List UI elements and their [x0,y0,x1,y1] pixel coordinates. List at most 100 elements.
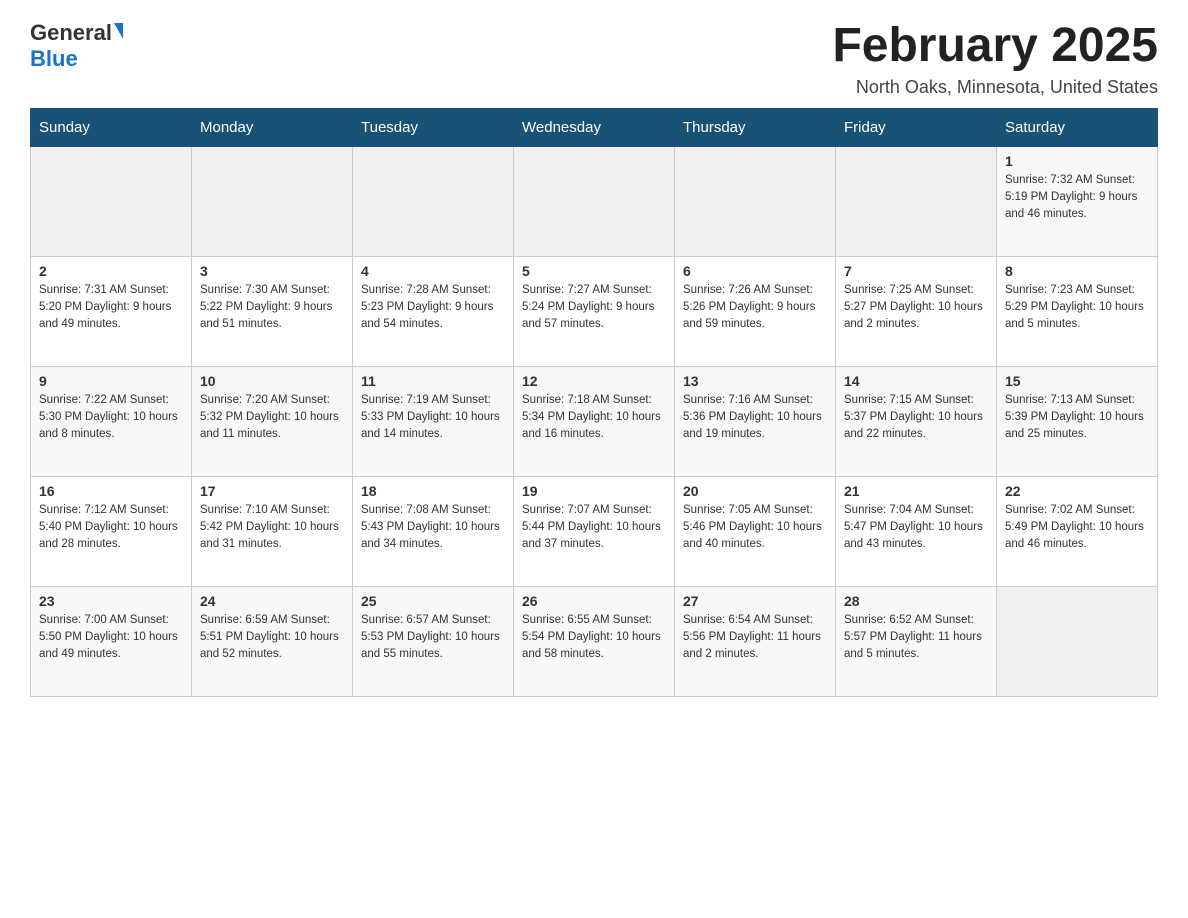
day-number: 20 [683,483,827,499]
calendar-cell: 7 Sunrise: 7:25 AM Sunset: 5:27 PM Daylig… [836,256,997,366]
day-number: 16 [39,483,183,499]
calendar-cell: 12 Sunrise: 7:18 AM Sunset: 5:34 PM Dayli… [514,366,675,476]
calendar-cell: 4Sunrise: 7:28 AM Sunset: 5:23 PM Daylig… [353,256,514,366]
day-number: 22 [1005,483,1149,499]
location-title: North Oaks, Minnesota, United States [832,77,1158,98]
day-info: Sunrise: 7:20 AM Sunset: 5:32 PM Dayligh… [200,392,344,444]
calendar-cell: 10 Sunrise: 7:20 AM Sunset: 5:32 PM Dayli… [192,366,353,476]
day-number: 18 [361,483,505,499]
col-monday: Monday [192,108,353,146]
day-info: Sunrise: 7:08 AM Sunset: 5:43 PM Dayligh… [361,502,505,554]
col-friday: Friday [836,108,997,146]
day-info: Sunrise: 7:02 AM Sunset: 5:49 PM Dayligh… [1005,502,1149,554]
day-number: 9 [39,373,183,389]
day-info: Sunrise: 7:32 AM Sunset: 5:19 PM Dayligh… [1005,172,1149,224]
calendar-cell: 11 Sunrise: 7:19 AM Sunset: 5:33 PM Dayli… [353,366,514,476]
calendar-cell: 5 Sunrise: 7:27 AM Sunset: 5:24 PM Daylig… [514,256,675,366]
day-info: Sunrise: 6:55 AM Sunset: 5:54 PM Dayligh… [522,612,666,664]
day-info: Sunrise: 7:19 AM Sunset: 5:33 PM Dayligh… [361,392,505,444]
day-info: Sunrise: 7:12 AM Sunset: 5:40 PM Dayligh… [39,502,183,554]
calendar-cell: 18 Sunrise: 7:08 AM Sunset: 5:43 PM Dayli… [353,476,514,586]
day-number: 28 [844,593,988,609]
day-number: 14 [844,373,988,389]
day-info: Sunrise: 7:22 AM Sunset: 5:30 PM Dayligh… [39,392,183,444]
day-info: Sunrise: 7:31 AM Sunset: 5:20 PM Dayligh… [39,282,183,334]
day-number: 15 [1005,373,1149,389]
calendar-cell: 28Sunrise: 6:52 AM Sunset: 5:57 PM Dayli… [836,586,997,696]
day-number: 11 [361,373,505,389]
calendar-header-row: Sunday Monday Tuesday Wednesday Thursday… [31,108,1158,146]
col-saturday: Saturday [997,108,1158,146]
day-number: 1 [1005,153,1149,169]
calendar-cell [514,146,675,256]
calendar-cell [836,146,997,256]
calendar-cell: 15 Sunrise: 7:13 AM Sunset: 5:39 PM Dayli… [997,366,1158,476]
calendar-week-row: 1 Sunrise: 7:32 AM Sunset: 5:19 PM Daylig… [31,146,1158,256]
day-info: Sunrise: 6:57 AM Sunset: 5:53 PM Dayligh… [361,612,505,664]
calendar-cell: 25 Sunrise: 6:57 AM Sunset: 5:53 PM Dayli… [353,586,514,696]
day-info: Sunrise: 7:05 AM Sunset: 5:46 PM Dayligh… [683,502,827,554]
day-number: 27 [683,593,827,609]
day-number: 10 [200,373,344,389]
day-info: Sunrise: 7:28 AM Sunset: 5:23 PM Dayligh… [361,282,505,334]
calendar-week-row: 23 Sunrise: 7:00 AM Sunset: 5:50 PM Dayli… [31,586,1158,696]
day-info: Sunrise: 7:13 AM Sunset: 5:39 PM Dayligh… [1005,392,1149,444]
calendar-cell: 20 Sunrise: 7:05 AM Sunset: 5:46 PM Dayli… [675,476,836,586]
calendar-week-row: 9 Sunrise: 7:22 AM Sunset: 5:30 PM Daylig… [31,366,1158,476]
calendar-cell: 14 Sunrise: 7:15 AM Sunset: 5:37 PM Dayli… [836,366,997,476]
calendar-cell: 3 Sunrise: 7:30 AM Sunset: 5:22 PM Daylig… [192,256,353,366]
day-info: Sunrise: 7:18 AM Sunset: 5:34 PM Dayligh… [522,392,666,444]
day-info: Sunrise: 7:23 AM Sunset: 5:29 PM Dayligh… [1005,282,1149,334]
col-wednesday: Wednesday [514,108,675,146]
day-info: Sunrise: 7:00 AM Sunset: 5:50 PM Dayligh… [39,612,183,664]
calendar-cell: 21Sunrise: 7:04 AM Sunset: 5:47 PM Dayli… [836,476,997,586]
day-info: Sunrise: 7:15 AM Sunset: 5:37 PM Dayligh… [844,392,988,444]
col-tuesday: Tuesday [353,108,514,146]
day-number: 6 [683,263,827,279]
calendar-week-row: 2 Sunrise: 7:31 AM Sunset: 5:20 PM Daylig… [31,256,1158,366]
month-title: February 2025 [832,20,1158,73]
col-thursday: Thursday [675,108,836,146]
day-number: 24 [200,593,344,609]
calendar-cell [31,146,192,256]
calendar-cell: 22 Sunrise: 7:02 AM Sunset: 5:49 PM Dayli… [997,476,1158,586]
calendar-cell: 17 Sunrise: 7:10 AM Sunset: 5:42 PM Dayli… [192,476,353,586]
day-number: 23 [39,593,183,609]
day-info: Sunrise: 7:10 AM Sunset: 5:42 PM Dayligh… [200,502,344,554]
day-number: 2 [39,263,183,279]
calendar-cell: 27Sunrise: 6:54 AM Sunset: 5:56 PM Dayli… [675,586,836,696]
logo-arrow-icon [114,23,123,39]
logo: General Blue [30,20,123,72]
logo-general-text: General [30,20,112,46]
day-number: 3 [200,263,344,279]
day-number: 12 [522,373,666,389]
title-block: February 2025 North Oaks, Minnesota, Uni… [832,20,1158,98]
calendar-cell: 8 Sunrise: 7:23 AM Sunset: 5:29 PM Daylig… [997,256,1158,366]
day-info: Sunrise: 7:25 AM Sunset: 5:27 PM Dayligh… [844,282,988,334]
day-number: 19 [522,483,666,499]
logo-blue-text: Blue [30,46,78,72]
calendar-cell: 9 Sunrise: 7:22 AM Sunset: 5:30 PM Daylig… [31,366,192,476]
day-number: 25 [361,593,505,609]
calendar-cell [997,586,1158,696]
calendar-cell: 23 Sunrise: 7:00 AM Sunset: 5:50 PM Dayli… [31,586,192,696]
calendar-cell: 26 Sunrise: 6:55 AM Sunset: 5:54 PM Dayli… [514,586,675,696]
calendar-cell: 6Sunrise: 7:26 AM Sunset: 5:26 PM Daylig… [675,256,836,366]
calendar-cell: 24 Sunrise: 6:59 AM Sunset: 5:51 PM Dayli… [192,586,353,696]
calendar-cell [353,146,514,256]
day-number: 7 [844,263,988,279]
day-number: 8 [1005,263,1149,279]
day-number: 5 [522,263,666,279]
page-header: General Blue February 2025 North Oaks, M… [30,20,1158,98]
day-info: Sunrise: 7:30 AM Sunset: 5:22 PM Dayligh… [200,282,344,334]
col-sunday: Sunday [31,108,192,146]
day-info: Sunrise: 7:27 AM Sunset: 5:24 PM Dayligh… [522,282,666,334]
calendar-cell: 19Sunrise: 7:07 AM Sunset: 5:44 PM Dayli… [514,476,675,586]
calendar-cell [675,146,836,256]
day-number: 17 [200,483,344,499]
calendar-table: Sunday Monday Tuesday Wednesday Thursday… [30,108,1158,697]
day-number: 13 [683,373,827,389]
day-number: 21 [844,483,988,499]
day-info: Sunrise: 6:59 AM Sunset: 5:51 PM Dayligh… [200,612,344,664]
day-number: 26 [522,593,666,609]
